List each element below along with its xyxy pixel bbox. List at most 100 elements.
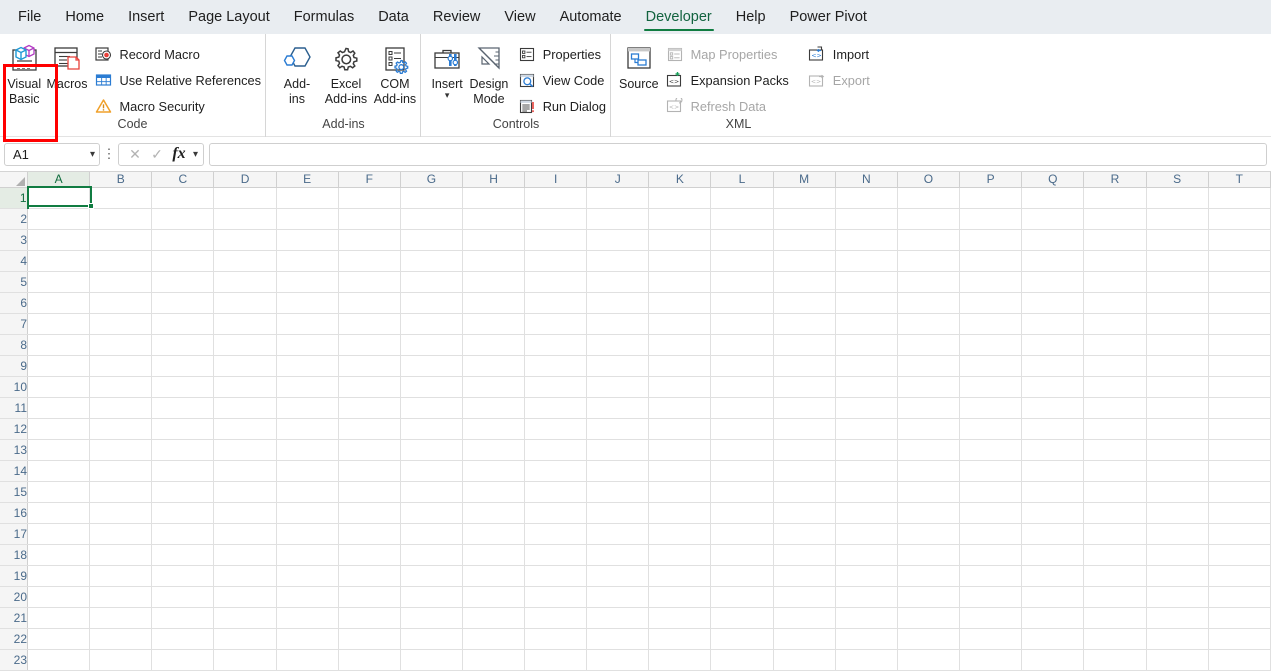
row-header-12[interactable]: 12 (0, 418, 29, 440)
expansion-packs-button[interactable]: <> Expansion Packs (663, 67, 793, 93)
insert-chevron-down-icon[interactable]: ▾ (445, 91, 450, 100)
cell-O15[interactable] (897, 481, 961, 503)
cell-L6[interactable] (710, 292, 774, 314)
cell-N6[interactable] (835, 292, 898, 314)
view-code-button[interactable]: View Code (515, 67, 610, 93)
column-header-J[interactable]: J (586, 172, 650, 188)
cell-P4[interactable] (959, 250, 1023, 272)
ribbon-tab-home[interactable]: Home (53, 0, 116, 34)
enter-icon[interactable]: ✓ (146, 146, 168, 163)
cell-C21[interactable] (151, 607, 215, 629)
cell-Q15[interactable] (1021, 481, 1085, 503)
cell-F12[interactable] (338, 418, 401, 440)
cell-H19[interactable] (462, 565, 526, 587)
name-box[interactable]: A1 ▾ (4, 142, 100, 166)
cell-K16[interactable] (648, 502, 712, 524)
cell-T12[interactable] (1208, 418, 1271, 440)
cell-K19[interactable] (648, 565, 712, 587)
cell-I10[interactable] (524, 376, 588, 398)
cell-P23[interactable] (959, 649, 1023, 671)
cell-K3[interactable] (648, 229, 712, 251)
cell-A17[interactable] (27, 523, 91, 545)
cell-F16[interactable] (338, 502, 401, 524)
cell-T3[interactable] (1208, 229, 1271, 251)
cell-G8[interactable] (400, 334, 464, 356)
cell-O21[interactable] (897, 607, 961, 629)
cell-T19[interactable] (1208, 565, 1271, 587)
cell-P7[interactable] (959, 313, 1023, 335)
cell-C20[interactable] (151, 586, 215, 608)
cell-K4[interactable] (648, 250, 712, 272)
cell-I8[interactable] (524, 334, 588, 356)
row-header-18[interactable]: 18 (0, 544, 29, 566)
cell-C9[interactable] (151, 355, 215, 377)
cell-A5[interactable] (27, 271, 91, 293)
row-header-1[interactable]: 1 (0, 187, 29, 209)
cell-I1[interactable] (524, 187, 588, 209)
ribbon-tab-developer[interactable]: Developer (634, 0, 724, 34)
cell-B6[interactable] (89, 292, 153, 314)
cell-B4[interactable] (89, 250, 153, 272)
cell-L20[interactable] (710, 586, 774, 608)
cell-E4[interactable] (276, 250, 339, 272)
cell-B8[interactable] (89, 334, 153, 356)
column-header-C[interactable]: C (151, 172, 215, 188)
cell-H1[interactable] (462, 187, 526, 209)
cell-R13[interactable] (1083, 439, 1147, 461)
row-header-3[interactable]: 3 (0, 229, 29, 251)
cell-N4[interactable] (835, 250, 898, 272)
cell-D6[interactable] (213, 292, 277, 314)
cell-R21[interactable] (1083, 607, 1147, 629)
cell-C19[interactable] (151, 565, 215, 587)
cell-D8[interactable] (213, 334, 277, 356)
cell-R7[interactable] (1083, 313, 1147, 335)
cell-E11[interactable] (276, 397, 339, 419)
cell-A4[interactable] (27, 250, 91, 272)
cell-Q21[interactable] (1021, 607, 1085, 629)
cell-J23[interactable] (586, 649, 650, 671)
cell-J14[interactable] (586, 460, 650, 482)
cell-D3[interactable] (213, 229, 277, 251)
cell-S10[interactable] (1146, 376, 1209, 398)
cell-N13[interactable] (835, 439, 898, 461)
cell-B7[interactable] (89, 313, 153, 335)
cell-C12[interactable] (151, 418, 215, 440)
cell-F15[interactable] (338, 481, 401, 503)
cell-J3[interactable] (586, 229, 650, 251)
cell-F19[interactable] (338, 565, 401, 587)
cell-A13[interactable] (27, 439, 91, 461)
cell-P11[interactable] (959, 397, 1023, 419)
cell-P5[interactable] (959, 271, 1023, 293)
cell-O19[interactable] (897, 565, 961, 587)
cell-G11[interactable] (400, 397, 464, 419)
cell-B18[interactable] (89, 544, 153, 566)
cell-M16[interactable] (773, 502, 836, 524)
cell-S1[interactable] (1146, 187, 1209, 209)
cell-M2[interactable] (773, 208, 836, 230)
cell-E20[interactable] (276, 586, 339, 608)
cell-R1[interactable] (1083, 187, 1147, 209)
import-button[interactable]: <> Import (805, 41, 874, 67)
cell-G10[interactable] (400, 376, 464, 398)
cell-Q10[interactable] (1021, 376, 1085, 398)
cell-H3[interactable] (462, 229, 526, 251)
formula-input[interactable] (209, 142, 1267, 166)
cell-C23[interactable] (151, 649, 215, 671)
cell-G5[interactable] (400, 271, 464, 293)
cell-E15[interactable] (276, 481, 339, 503)
cell-P15[interactable] (959, 481, 1023, 503)
cell-C14[interactable] (151, 460, 215, 482)
cell-O9[interactable] (897, 355, 961, 377)
column-header-F[interactable]: F (338, 172, 401, 188)
cell-T17[interactable] (1208, 523, 1271, 545)
cell-E14[interactable] (276, 460, 339, 482)
cell-H18[interactable] (462, 544, 526, 566)
row-header-7[interactable]: 7 (0, 313, 29, 335)
column-header-G[interactable]: G (400, 172, 464, 188)
cell-E5[interactable] (276, 271, 339, 293)
cell-N23[interactable] (835, 649, 898, 671)
cell-D1[interactable] (213, 187, 277, 209)
cell-E1[interactable] (276, 187, 339, 209)
column-header-K[interactable]: K (648, 172, 712, 188)
cell-K5[interactable] (648, 271, 712, 293)
